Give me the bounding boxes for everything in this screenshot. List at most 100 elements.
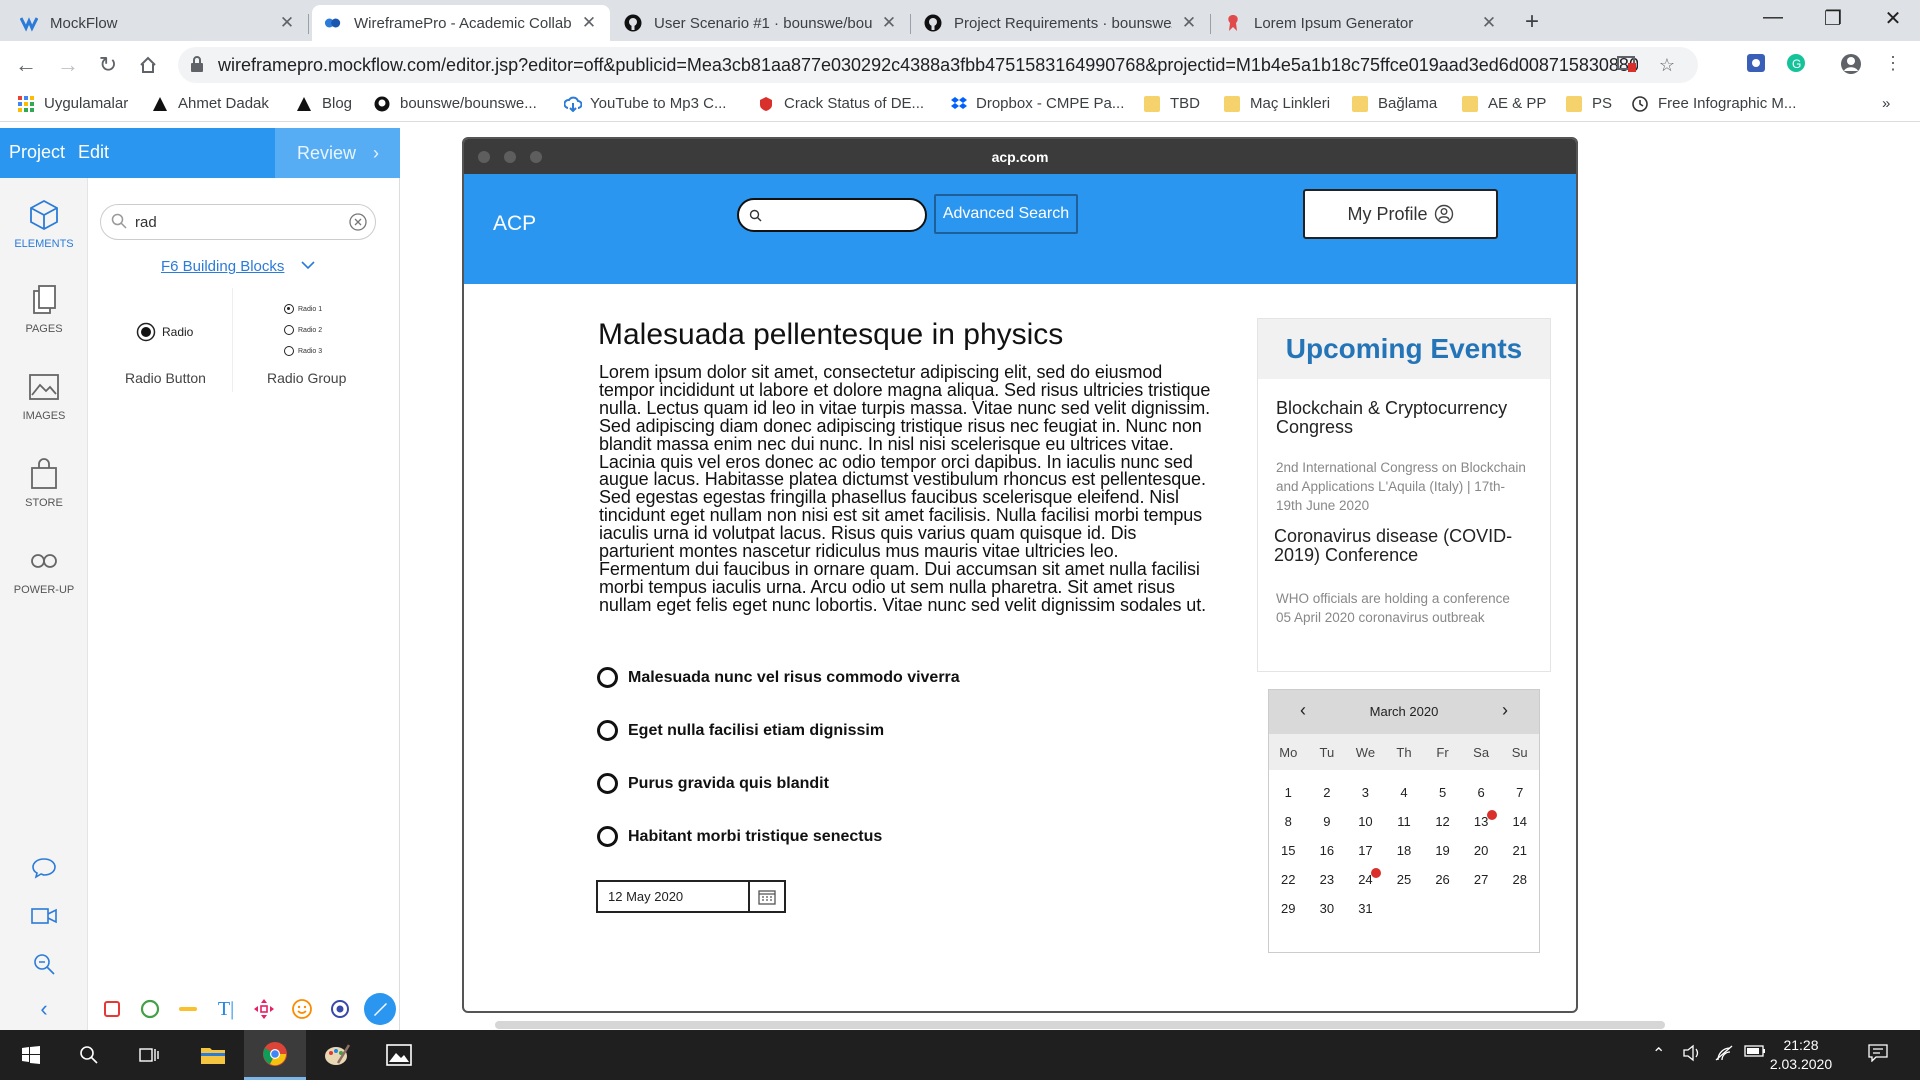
- date-picker-input[interactable]: 12 May 2020: [596, 880, 786, 913]
- site-logo[interactable]: ACP: [493, 212, 536, 236]
- windows-start-icon[interactable]: [0, 1030, 62, 1080]
- circle-tool-icon[interactable]: [136, 995, 164, 1023]
- radio-option[interactable]: Eget nulla facilisi etiam dignissim: [597, 720, 884, 741]
- wifi-icon[interactable]: [1714, 1044, 1734, 1067]
- site-search-input[interactable]: [737, 198, 927, 232]
- forward-arrow-icon[interactable]: →: [54, 51, 82, 79]
- calendar-day[interactable]: 24: [1346, 868, 1385, 887]
- menu-project[interactable]: Project: [9, 142, 65, 163]
- close-icon[interactable]: ✕: [580, 13, 598, 33]
- more-bookmarks-button[interactable]: »: [1882, 95, 1890, 112]
- calendar-day[interactable]: 10: [1346, 814, 1385, 829]
- calendar-day[interactable]: 9: [1308, 814, 1347, 829]
- rectangle-tool-icon[interactable]: [98, 995, 126, 1023]
- new-tab-button[interactable]: +: [1518, 8, 1546, 36]
- calendar-day[interactable]: 6: [1462, 785, 1501, 800]
- minimize-icon[interactable]: —: [1753, 6, 1793, 29]
- collapse-panel-icon[interactable]: ‹: [0, 996, 88, 1022]
- target-tool-icon[interactable]: [326, 995, 354, 1023]
- radio-option[interactable]: Purus gravida quis blandit: [597, 773, 829, 794]
- menu-kebab-icon[interactable]: ⋮: [1882, 53, 1904, 75]
- bookmark-free-infographic[interactable]: Free Infographic M...: [1632, 95, 1796, 112]
- profile-avatar-icon[interactable]: [1840, 53, 1862, 75]
- rail-item-pages[interactable]: PAGES: [0, 283, 88, 335]
- search-icon[interactable]: [58, 1030, 120, 1080]
- calendar-day[interactable]: 31: [1346, 901, 1385, 916]
- bookmark-blog[interactable]: Blog: [296, 95, 352, 112]
- tab-wireframepro[interactable]: WireframePro - Academic Collab ✕: [312, 5, 610, 41]
- zoom-icon[interactable]: [0, 952, 88, 979]
- calendar-day[interactable]: 8: [1269, 814, 1308, 829]
- text-tool-icon[interactable]: T|: [212, 995, 240, 1023]
- calendar-day[interactable]: 19: [1423, 843, 1462, 858]
- tab-mockflow[interactable]: MockFlow ✕: [8, 5, 308, 41]
- paint-icon[interactable]: [306, 1030, 368, 1080]
- event-title[interactable]: Blockchain & Cryptocurrency Congress: [1276, 399, 1526, 436]
- calendar-icon[interactable]: [748, 882, 784, 911]
- chevron-up-icon[interactable]: ⌃: [1652, 1044, 1665, 1064]
- rail-item-images[interactable]: IMAGES: [0, 370, 88, 422]
- reload-icon[interactable]: ↻: [94, 51, 122, 79]
- calendar-day[interactable]: 27: [1462, 872, 1501, 887]
- bookmark-folder-baglama[interactable]: Bağlama: [1352, 95, 1437, 112]
- home-icon[interactable]: [134, 51, 162, 79]
- bookmark-dropbox[interactable]: Dropbox - CMPE Pa...: [950, 95, 1124, 112]
- comments-icon[interactable]: [0, 856, 88, 883]
- element-search-input[interactable]: rad: [100, 204, 376, 240]
- notifications-icon[interactable]: [1868, 1044, 1888, 1067]
- bookmark-youtube-mp3[interactable]: YouTube to Mp3 C...: [563, 95, 726, 112]
- calendar-day[interactable]: 16: [1308, 843, 1347, 858]
- event-title[interactable]: Coronavirus disease (COVID-2019) Confere…: [1274, 527, 1524, 564]
- bookmark-star-icon[interactable]: ☆: [1656, 55, 1678, 77]
- calendar-day[interactable]: 18: [1385, 843, 1424, 858]
- tab-project-requirements[interactable]: Project Requirements · bounswe/ ✕: [912, 5, 1210, 41]
- clear-search-icon[interactable]: [349, 213, 367, 236]
- bookmark-crack-status[interactable]: Crack Status of DE...: [758, 95, 924, 112]
- calendar-day[interactable]: 25: [1385, 872, 1424, 887]
- emoji-tool-icon[interactable]: [288, 995, 316, 1023]
- calendar-next-button[interactable]: ›: [1495, 700, 1515, 721]
- radio-group-item[interactable]: Radio 3: [284, 346, 322, 356]
- bookmark-folder-tbd[interactable]: TBD: [1144, 95, 1200, 112]
- extension-icon[interactable]: [1745, 53, 1767, 75]
- calendar-day[interactable]: 2: [1308, 785, 1347, 800]
- menu-edit[interactable]: Edit: [78, 142, 109, 163]
- volume-icon[interactable]: [1682, 1044, 1702, 1067]
- bookmark-folder-ae-pp[interactable]: AE & PP: [1462, 95, 1546, 112]
- calendar-day[interactable]: 29: [1269, 901, 1308, 916]
- calendar-day[interactable]: 23: [1308, 872, 1347, 887]
- radio-group-item[interactable]: Radio 2: [284, 325, 322, 335]
- calendar-day[interactable]: 13: [1462, 810, 1501, 829]
- task-view-icon[interactable]: [118, 1030, 180, 1080]
- address-bar[interactable]: wireframepro.mockflow.com/editor.jsp?edi…: [178, 47, 1698, 83]
- bookmark-folder-mac-linkleri[interactable]: Maç Linkleri: [1224, 95, 1330, 112]
- review-button[interactable]: Review ›: [275, 128, 400, 178]
- close-icon[interactable]: ✕: [1480, 13, 1498, 33]
- rail-item-store[interactable]: STORE: [0, 457, 88, 509]
- maximize-icon[interactable]: ❐: [1813, 6, 1853, 31]
- tab-lorem-ipsum[interactable]: Lorem Ipsum Generator ✕: [1212, 5, 1510, 41]
- calendar-day[interactable]: 14: [1500, 814, 1539, 829]
- calendar-day[interactable]: 15: [1269, 843, 1308, 858]
- bookmark-bounswe[interactable]: bounswe/bounswe...: [374, 95, 537, 112]
- chevron-down-icon[interactable]: [300, 258, 316, 275]
- calendar-day[interactable]: 21: [1500, 843, 1539, 858]
- move-tool-icon[interactable]: [250, 995, 278, 1023]
- horizontal-scrollbar[interactable]: [495, 1021, 1665, 1029]
- advanced-search-button[interactable]: Advanced Search: [934, 194, 1078, 234]
- calendar-day[interactable]: 22: [1269, 872, 1308, 887]
- calendar-day[interactable]: 5: [1423, 785, 1462, 800]
- bookmark-folder-ps[interactable]: PS: [1566, 95, 1612, 112]
- category-dropdown[interactable]: F6 Building Blocks: [161, 258, 284, 275]
- rail-item-elements[interactable]: ELEMENTS: [0, 198, 88, 250]
- calendar-day[interactable]: 4: [1385, 785, 1424, 800]
- close-window-icon[interactable]: ✕: [1873, 6, 1913, 31]
- calendar-day[interactable]: 1: [1269, 785, 1308, 800]
- back-arrow-icon[interactable]: ←: [12, 51, 40, 79]
- close-icon[interactable]: ✕: [278, 13, 296, 33]
- radio-group-item[interactable]: Radio 1: [284, 304, 322, 314]
- close-icon[interactable]: ✕: [880, 13, 898, 33]
- chrome-taskbar-icon[interactable]: [244, 1030, 306, 1080]
- grammarly-icon[interactable]: G: [1785, 53, 1807, 75]
- photos-icon[interactable]: [368, 1030, 430, 1080]
